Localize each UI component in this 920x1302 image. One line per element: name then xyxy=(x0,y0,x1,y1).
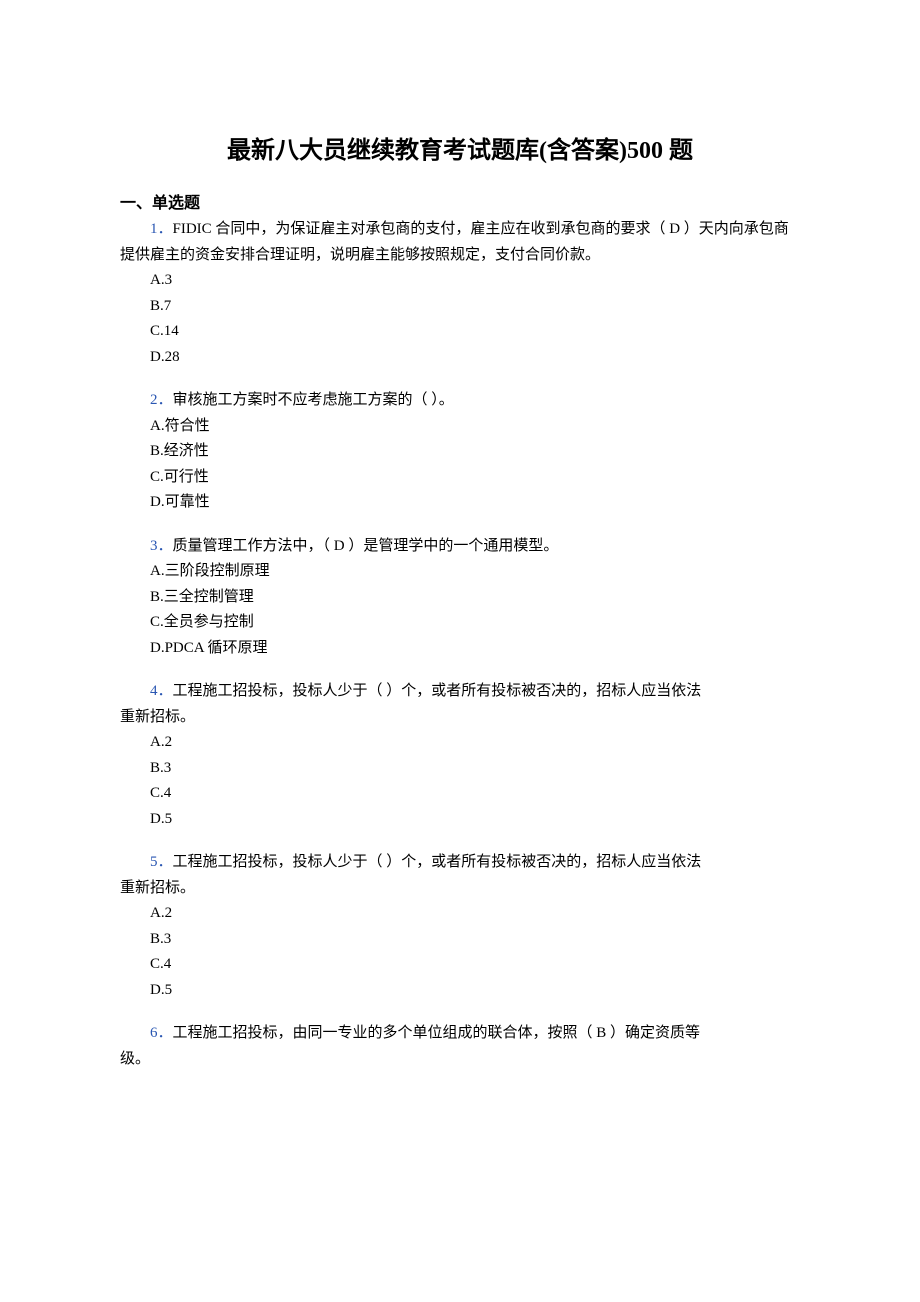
section-header: 一、单选题 xyxy=(120,189,800,213)
question-number: 3． xyxy=(150,538,173,554)
question-block: 4．工程施工招投标，投标人少于（ ）个，或者所有投标被否决的，招标人应当依法 重… xyxy=(120,679,800,832)
question-body: 工程施工招投标，由同一专业的多个单位组成的联合体，按照（ B ）确定资质等 xyxy=(173,1025,701,1041)
question-body: 质量管理工作方法中，（ D ）是管理学中的一个通用模型。 xyxy=(173,538,559,554)
question-text: 1．FIDIC 合同中，为保证雇主对承包商的支付，雇主应在收到承包商的要求（ D… xyxy=(120,217,800,268)
question-continuation: 重新招标。 xyxy=(120,705,800,731)
option: C.可行性 xyxy=(120,465,800,491)
question-block: 1．FIDIC 合同中，为保证雇主对承包商的支付，雇主应在收到承包商的要求（ D… xyxy=(120,217,800,370)
option: D.PDCA 循环原理 xyxy=(120,636,800,662)
option: B.三全控制管理 xyxy=(120,585,800,611)
question-body: 工程施工招投标，投标人少于（ ）个，或者所有投标被否决的，招标人应当依法 xyxy=(173,683,702,699)
question-text: 4．工程施工招投标，投标人少于（ ）个，或者所有投标被否决的，招标人应当依法 xyxy=(120,679,800,705)
question-body: 审核施工方案时不应考虑施工方案的（ ）。 xyxy=(173,392,454,408)
option: C.4 xyxy=(120,952,800,978)
question-number: 2． xyxy=(150,392,173,408)
question-body: 工程施工招投标，投标人少于（ ）个，或者所有投标被否决的，招标人应当依法 xyxy=(173,854,702,870)
question-number: 1． xyxy=(150,221,173,237)
question-text: 6．工程施工招投标，由同一专业的多个单位组成的联合体，按照（ B ）确定资质等 xyxy=(120,1021,800,1047)
option: A.2 xyxy=(120,901,800,927)
option: C.全员参与控制 xyxy=(120,610,800,636)
option: C.14 xyxy=(120,319,800,345)
option: B.3 xyxy=(120,756,800,782)
question-block: 5．工程施工招投标，投标人少于（ ）个，或者所有投标被否决的，招标人应当依法 重… xyxy=(120,850,800,1003)
question-text: 2．审核施工方案时不应考虑施工方案的（ ）。 xyxy=(120,388,800,414)
question-number: 4． xyxy=(150,683,173,699)
option: A.3 xyxy=(120,268,800,294)
question-continuation: 级。 xyxy=(120,1047,800,1073)
option: A.三阶段控制原理 xyxy=(120,559,800,585)
question-block: 6．工程施工招投标，由同一专业的多个单位组成的联合体，按照（ B ）确定资质等 … xyxy=(120,1021,800,1072)
question-text: 3．质量管理工作方法中，（ D ）是管理学中的一个通用模型。 xyxy=(120,534,800,560)
option: B.7 xyxy=(120,294,800,320)
option: D.28 xyxy=(120,345,800,371)
option: D.5 xyxy=(120,807,800,833)
question-text: 5．工程施工招投标，投标人少于（ ）个，或者所有投标被否决的，招标人应当依法 xyxy=(120,850,800,876)
question-number: 6． xyxy=(150,1025,173,1041)
option: D.5 xyxy=(120,978,800,1004)
option: B.3 xyxy=(120,927,800,953)
question-body: FIDIC 合同中，为保证雇主对承包商的支付，雇主应在收到承包商的要求（ D ）… xyxy=(120,221,789,263)
option: C.4 xyxy=(120,781,800,807)
page-title: 最新八大员继续教育考试题库(含答案)500 题 xyxy=(120,130,800,165)
question-block: 2．审核施工方案时不应考虑施工方案的（ ）。 A.符合性 B.经济性 C.可行性… xyxy=(120,388,800,516)
option: B.经济性 xyxy=(120,439,800,465)
question-number: 5． xyxy=(150,854,173,870)
question-continuation: 重新招标。 xyxy=(120,876,800,902)
option: A.2 xyxy=(120,730,800,756)
option: D.可靠性 xyxy=(120,490,800,516)
question-block: 3．质量管理工作方法中，（ D ）是管理学中的一个通用模型。 A.三阶段控制原理… xyxy=(120,534,800,662)
option: A.符合性 xyxy=(120,414,800,440)
